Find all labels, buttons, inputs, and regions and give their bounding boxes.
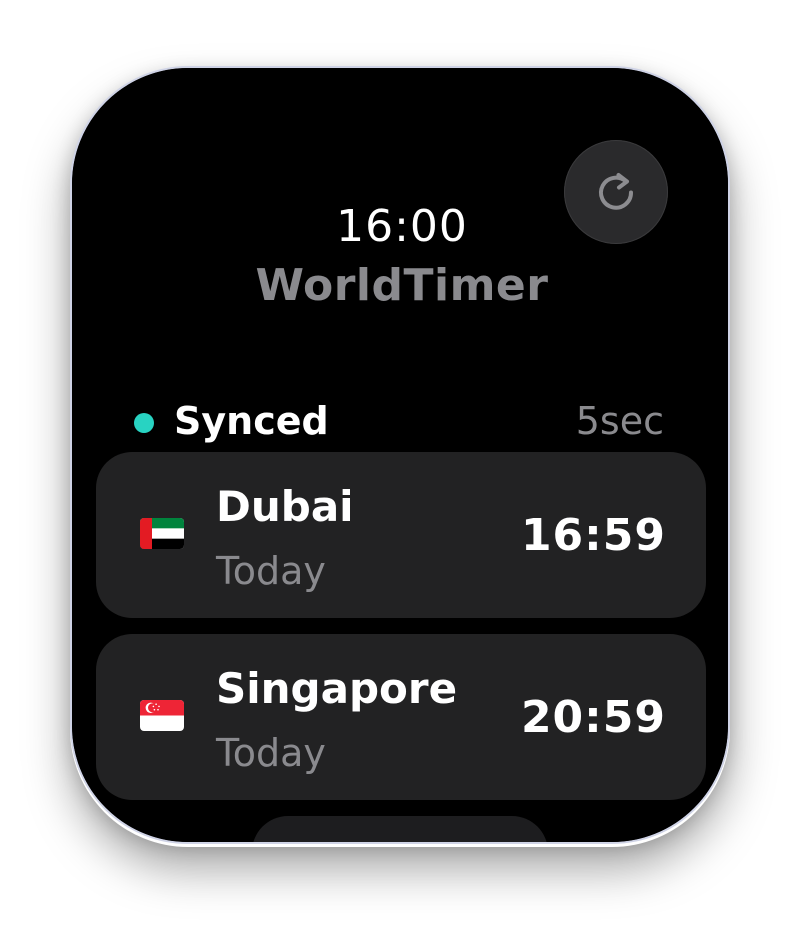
sync-status-label: Synced (174, 399, 329, 443)
city-day: Today (216, 731, 326, 775)
city-card-partial[interactable] (252, 816, 548, 842)
sync-status-dot (134, 413, 154, 433)
city-time: 20:59 (520, 692, 666, 743)
screenshot-stage: 16:00 WorldTimer Synced 5sec Dubai Today… (0, 0, 800, 940)
refresh-icon (599, 173, 634, 210)
sync-status-row: Synced 5sec (72, 398, 728, 448)
singapore-flag-icon (140, 700, 184, 731)
uae-flag-icon (140, 518, 184, 549)
sync-age: 5sec (575, 399, 664, 443)
city-day: Today (216, 549, 326, 593)
watch-screen: 16:00 WorldTimer Synced 5sec Dubai Today… (72, 68, 728, 842)
refresh-button[interactable] (564, 140, 668, 244)
watch-frame: 16:00 WorldTimer Synced 5sec Dubai Today… (70, 66, 730, 844)
city-name: Dubai (216, 482, 354, 531)
city-time: 16:59 (520, 510, 666, 561)
app-title: WorldTimer (255, 260, 549, 311)
city-card-dubai[interactable]: Dubai Today 16:59 (96, 452, 706, 618)
city-card-singapore[interactable]: Singapore Today 20:59 (96, 634, 706, 800)
city-name: Singapore (216, 664, 458, 713)
